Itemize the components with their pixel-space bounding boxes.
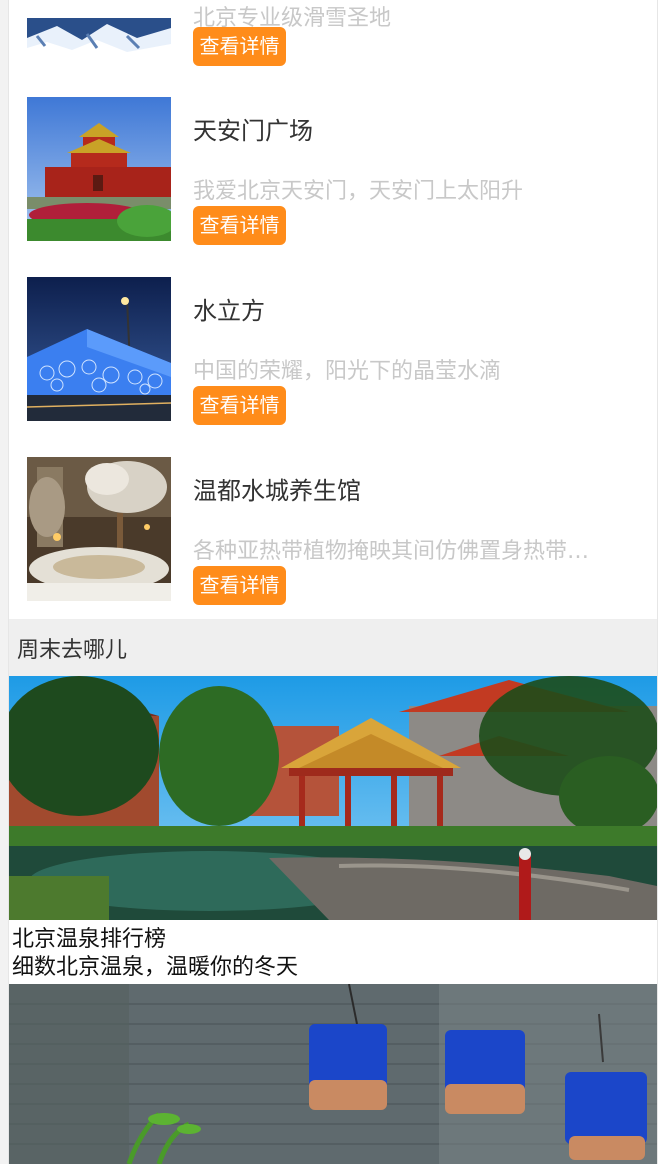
attraction-desc: 中国的荣耀，阳光下的晶莹水滴: [193, 359, 502, 384]
tiananmen-image: [27, 97, 171, 241]
list-item[interactable]: 水立方 中国的荣耀，阳光下的晶莹水滴 查看详情: [9, 259, 657, 440]
view-details-button[interactable]: 查看详情: [193, 27, 286, 66]
attraction-title: 天安门广场: [193, 117, 313, 145]
hot-spring-image: [27, 457, 171, 601]
attraction-desc: 各种亚热带植物掩映其间仿佛置身热带…: [193, 539, 590, 564]
attraction-title: 温都水城养生馆: [193, 477, 361, 505]
view-details-button[interactable]: 查看详情: [193, 206, 286, 245]
list-item[interactable]: 北京专业级滑雪圣地 查看详情: [9, 0, 657, 81]
hutong-birdcages-image: [9, 984, 657, 1164]
banner-hot-spring-ranking[interactable]: [9, 676, 657, 920]
garden-pavilion-image: [9, 676, 657, 920]
ski-resort-image: [27, 18, 171, 60]
banner-hutong[interactable]: [9, 984, 657, 1164]
banner-subtitle: 细数北京温泉，温暖你的冬天: [12, 955, 299, 980]
attraction-title: 水立方: [193, 297, 265, 325]
section-title: 周末去哪儿: [17, 638, 128, 663]
list-item[interactable]: 天安门广场 我爱北京天安门，天安门上太阳升 查看详情: [9, 79, 657, 260]
view-details-button[interactable]: 查看详情: [193, 566, 286, 605]
attraction-desc: 我爱北京天安门，天安门上太阳升: [193, 179, 524, 204]
banner-title[interactable]: 北京温泉排行榜: [12, 926, 166, 954]
list-item[interactable]: 温都水城养生馆 各种亚热带植物掩映其间仿佛置身热带… 查看详情: [9, 439, 657, 620]
page-frame: 北京专业级滑雪圣地 查看详情 天安门广场 我爱北京天安门，天安门上太阳升 查看详…: [8, 0, 658, 1164]
water-cube-image: [27, 277, 171, 421]
view-details-button[interactable]: 查看详情: [193, 386, 286, 425]
section-header: 周末去哪儿: [9, 620, 657, 676]
